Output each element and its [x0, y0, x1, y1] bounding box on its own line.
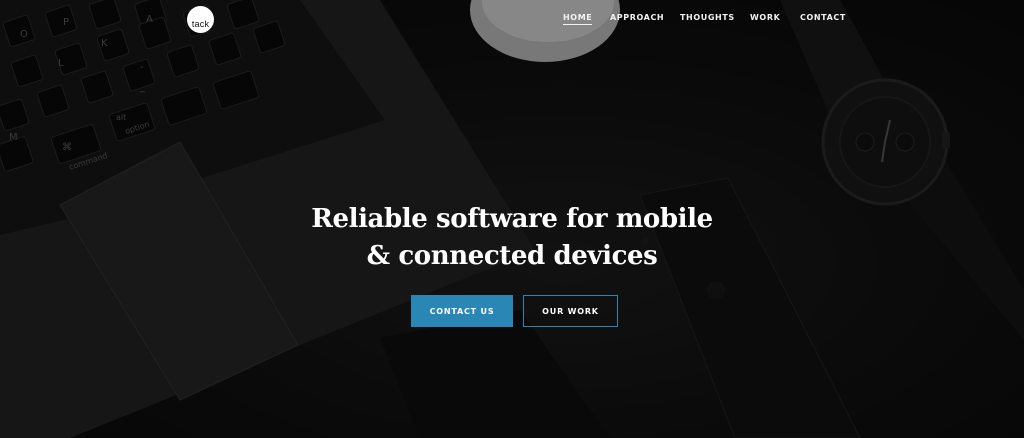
nav-home[interactable]: HOME [563, 13, 593, 25]
our-work-button[interactable]: OUR WORK [523, 295, 618, 327]
headline-line-1: Reliable software for mobile [311, 204, 713, 234]
logo-text: tack [191, 19, 210, 29]
nav-thoughts[interactable]: THOUGHTS [680, 13, 735, 22]
hero-section: O P A K L M ⌘ command alt option - _ tac… [0, 0, 1024, 438]
tack-logo[interactable]: tack [187, 6, 214, 33]
nav-contact[interactable]: CONTACT [800, 13, 846, 22]
nav-work[interactable]: WORK [750, 13, 780, 22]
contact-us-button[interactable]: CONTACT US [411, 295, 513, 327]
nav-approach[interactable]: APPROACH [610, 13, 664, 22]
headline-line-2: & connected devices [366, 241, 658, 271]
hero-headline: Reliable software for mobile & connected… [212, 201, 812, 275]
